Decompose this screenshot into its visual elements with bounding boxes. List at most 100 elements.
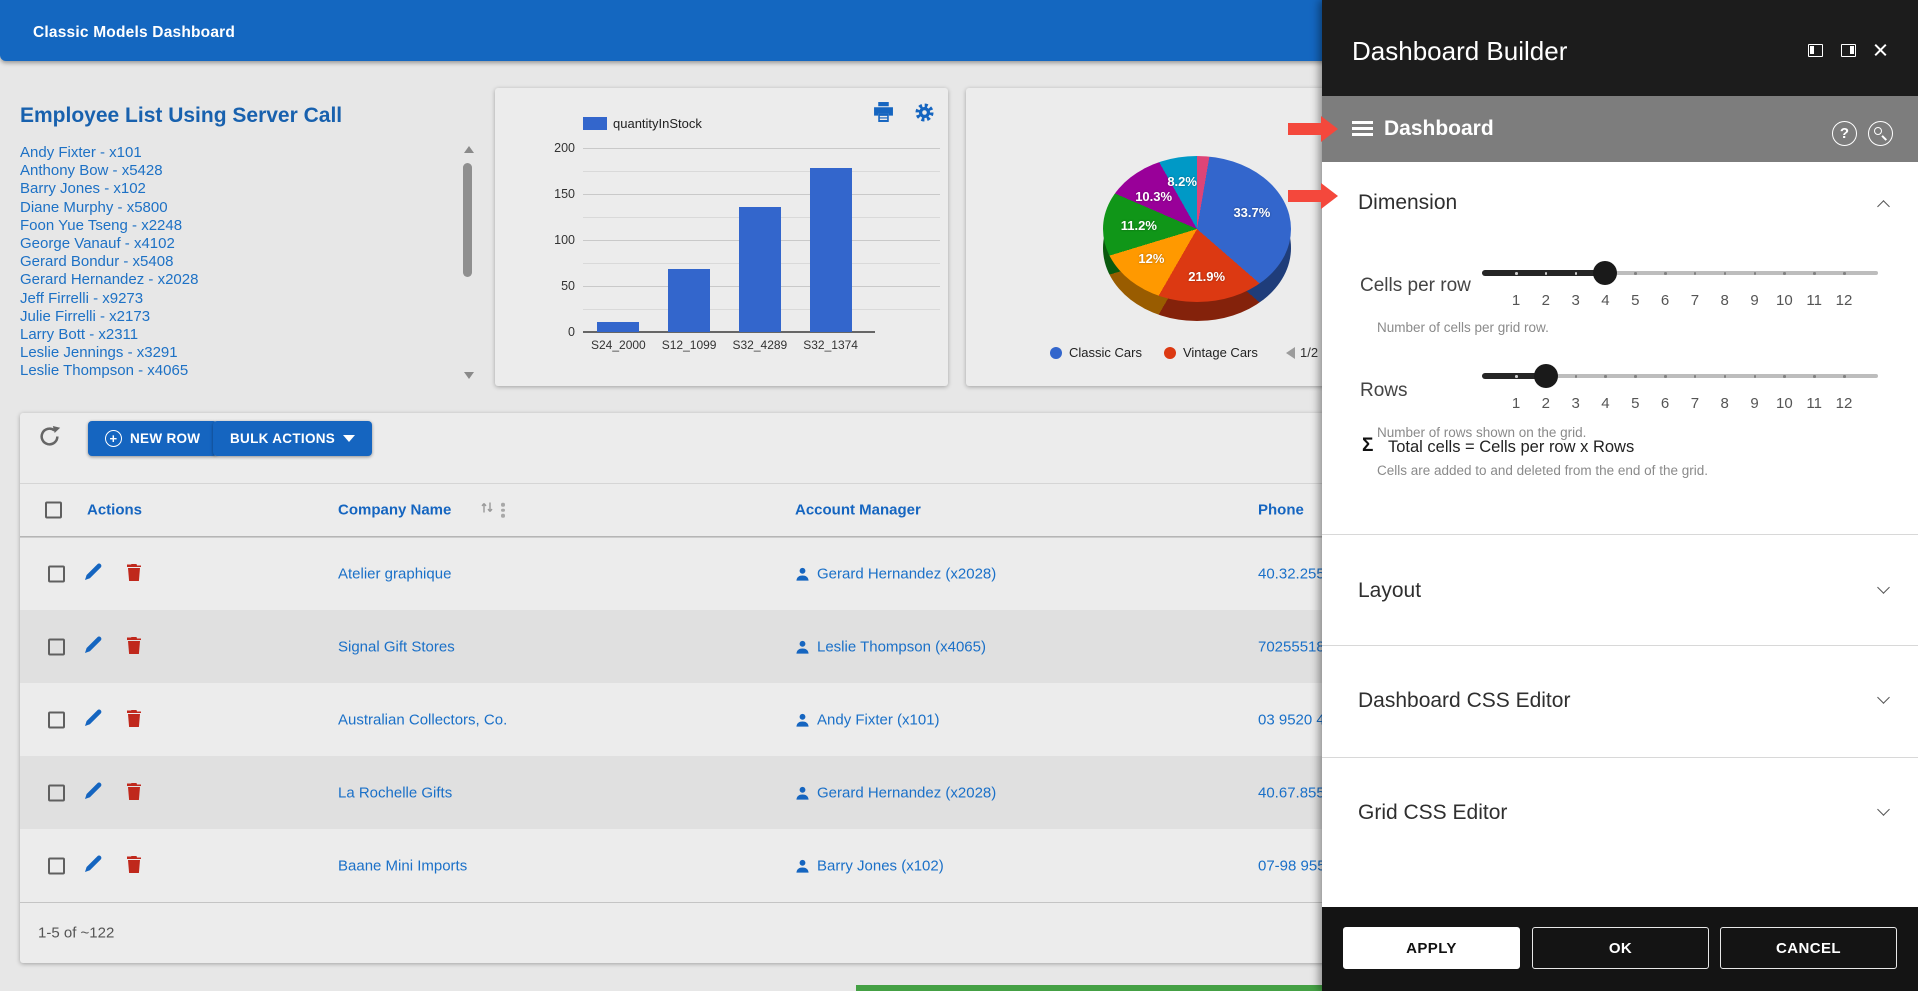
tick-number[interactable]: 8 [1710,395,1740,412]
section-title-layout[interactable]: Layout [1358,579,1421,603]
bar-S12_1099[interactable] [668,269,710,332]
column-header-actions[interactable]: Actions [87,502,142,519]
scrollbar-thumb[interactable] [463,163,472,277]
tick-number[interactable]: 9 [1740,395,1770,412]
edit-icon[interactable] [84,782,102,804]
dock-right-icon[interactable] [1841,44,1856,57]
bar-S32_1374[interactable] [810,168,852,332]
select-all-checkbox[interactable] [45,502,62,519]
legend-item[interactable]: Classic Cars [1050,345,1142,360]
tick-number[interactable]: 12 [1829,292,1859,309]
bulk-actions-button[interactable]: BULK ACTIONS [213,421,372,456]
hamburger-icon[interactable] [1352,121,1373,139]
cells-per-row-slider[interactable]: 123456789101112 [1482,258,1880,318]
delete-icon[interactable] [126,709,142,731]
company-link[interactable]: Signal Gift Stores [338,638,455,655]
tick-number[interactable]: 6 [1650,395,1680,412]
delete-icon[interactable] [126,782,142,804]
tick-number[interactable]: 5 [1620,292,1650,309]
dock-left-icon[interactable] [1808,44,1823,57]
tick-number[interactable]: 11 [1799,292,1829,309]
section-title-dashboard-css-editor[interactable]: Dashboard CSS Editor [1358,689,1570,713]
employee-item[interactable]: Barry Jones - x102 [20,180,450,198]
delete-icon[interactable] [126,636,142,658]
employee-item[interactable]: George Vanauf - x4102 [20,235,450,253]
manager-link[interactable]: Leslie Thompson (x4065) [795,638,986,655]
scroll-up-icon[interactable] [464,146,474,153]
inspect-icon[interactable] [1868,121,1893,146]
column-header-company[interactable]: Company Name [338,502,451,519]
cancel-button[interactable]: CANCEL [1720,927,1897,969]
employee-item[interactable]: Foon Yue Tseng - x2248 [20,217,450,235]
edit-icon[interactable] [84,563,102,585]
company-link[interactable]: Atelier graphique [338,566,451,583]
tick-number[interactable]: 5 [1620,395,1650,412]
section-title-grid-css-editor[interactable]: Grid CSS Editor [1358,801,1507,825]
gear-icon[interactable] [914,102,935,128]
chevron-down-icon[interactable] [1877,581,1890,594]
row-checkbox[interactable] [48,638,65,655]
column-menu-icon[interactable] [501,501,505,520]
tick-number[interactable]: 6 [1650,292,1680,309]
tick-number[interactable]: 8 [1710,292,1740,309]
manager-link[interactable]: Barry Jones (x102) [795,857,944,874]
employee-item[interactable]: Leslie Thompson - x4065 [20,362,450,380]
tick-number[interactable]: 10 [1769,292,1799,309]
chevron-down-icon[interactable] [1877,691,1890,704]
row-checkbox[interactable] [48,857,65,874]
employee-item[interactable]: Diane Murphy - x5800 [20,199,450,217]
employee-scrollbar[interactable] [462,144,474,381]
legend-prev-icon[interactable] [1286,347,1295,359]
legend-item[interactable]: Vintage Cars [1164,345,1258,360]
chevron-down-icon[interactable] [1877,803,1890,816]
rows-handle[interactable] [1534,364,1558,388]
tick-number[interactable]: 1 [1501,395,1531,412]
tick-number[interactable]: 3 [1561,292,1591,309]
cells-per-row-handle[interactable] [1593,261,1617,285]
tick-number[interactable]: 4 [1590,395,1620,412]
apply-button[interactable]: APPLY [1343,927,1520,969]
employee-item[interactable]: Andy Fixter - x101 [20,144,450,162]
close-icon[interactable] [1872,42,1889,59]
new-row-button[interactable]: + NEW ROW [88,421,217,456]
chevron-up-icon[interactable] [1877,200,1890,213]
company-link[interactable]: Australian Collectors, Co. [338,711,507,728]
edit-icon[interactable] [84,709,102,731]
manager-link[interactable]: Gerard Hernandez (x2028) [795,566,996,583]
section-title-dimension[interactable]: Dimension [1358,191,1457,215]
tick-number[interactable]: 11 [1799,395,1829,412]
edit-icon[interactable] [84,855,102,877]
employee-item[interactable]: Jeff Firrelli - x9273 [20,290,450,308]
scroll-down-icon[interactable] [464,372,474,379]
delete-icon[interactable] [126,563,142,585]
horizontal-scrollbar-thumb[interactable] [856,985,1327,991]
employee-item[interactable]: Gerard Bondur - x5408 [20,253,450,271]
employee-item[interactable]: Leslie Jennings - x3291 [20,344,450,362]
builder-menu-label[interactable]: Dashboard [1384,117,1494,141]
employee-item[interactable]: Gerard Hernandez - x2028 [20,271,450,289]
company-link[interactable]: La Rochelle Gifts [338,784,452,801]
edit-icon[interactable] [84,636,102,658]
tick-number[interactable]: 1 [1501,292,1531,309]
tick-number[interactable]: 4 [1590,292,1620,309]
print-icon[interactable] [873,102,894,127]
column-header-phone[interactable]: Phone [1258,502,1304,519]
tick-number[interactable]: 7 [1680,292,1710,309]
tick-number[interactable]: 2 [1531,292,1561,309]
refresh-icon[interactable] [38,425,61,453]
tick-number[interactable]: 12 [1829,395,1859,412]
bar-S24_2000[interactable] [597,322,639,332]
row-checkbox[interactable] [48,566,65,583]
employee-item[interactable]: Anthony Bow - x5428 [20,162,450,180]
row-checkbox[interactable] [48,711,65,728]
tick-number[interactable]: 3 [1561,395,1591,412]
tick-number[interactable]: 9 [1740,292,1770,309]
company-link[interactable]: Baane Mini Imports [338,857,467,874]
tick-number[interactable]: 2 [1531,395,1561,412]
tick-number[interactable]: 7 [1680,395,1710,412]
rows-slider[interactable]: 123456789101112 [1482,361,1880,421]
delete-icon[interactable] [126,855,142,877]
manager-link[interactable]: Andy Fixter (x101) [795,711,940,728]
pie-legend-pager[interactable]: 1/2 [1286,345,1318,360]
column-header-manager[interactable]: Account Manager [795,502,921,519]
